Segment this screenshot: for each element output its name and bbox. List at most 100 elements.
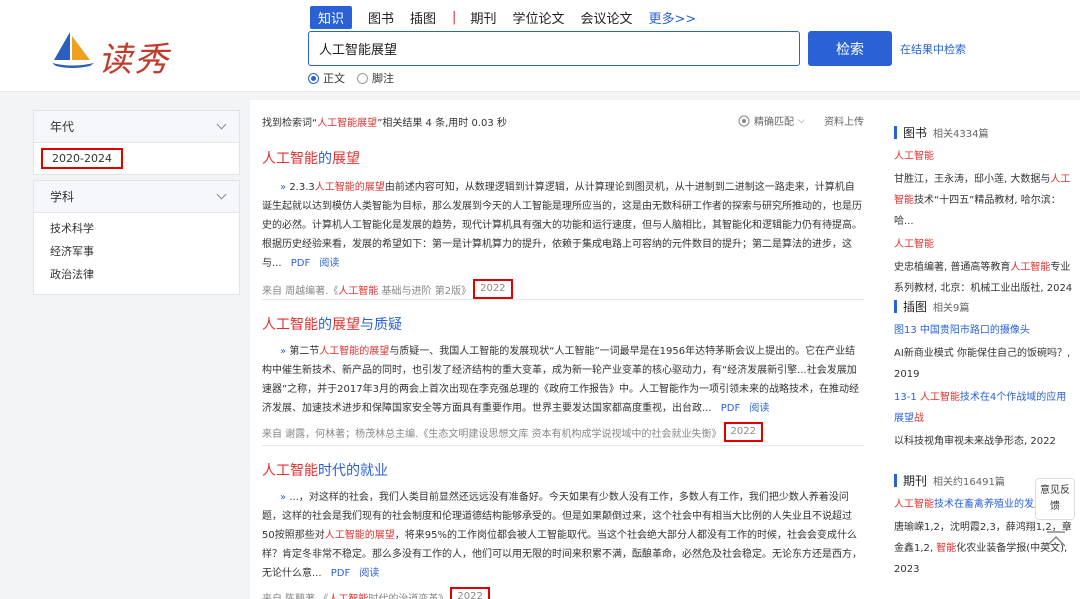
summary-term: 人工智能展望 <box>317 118 378 129</box>
tab-theses[interactable]: 学位论文 <box>512 8 564 27</box>
result-year: 2022 <box>723 422 763 442</box>
logo-text: 读秀 <box>98 40 170 80</box>
related-illustration-title[interactable]: 图13 中国贵阳市路口的摄像头 <box>894 320 1074 341</box>
year-filter: 年代 2020-2024 <box>33 110 240 175</box>
related-illustration-meta: AI新商业模式 你能保住自己的饭碗吗？, 2019 <box>894 348 1071 380</box>
chevron-down-icon[interactable] <box>216 119 227 130</box>
sailboat-logo-icon <box>52 32 94 68</box>
tab-books[interactable]: 图书 <box>368 8 394 27</box>
radio-fulltext-label: 正文 <box>323 72 345 85</box>
filter-item-politics-law[interactable]: 政治法律 <box>34 263 239 286</box>
double-chevron-icon: » <box>280 492 287 503</box>
related-illustration-title[interactable]: 13-1 人工智能技术在4个作战域的应用展望战 <box>894 387 1074 429</box>
filter-item-2020-2024[interactable]: 2020-2024 <box>41 148 123 169</box>
chevron-down-icon: ⌵ <box>798 115 805 126</box>
pdf-link[interactable]: PDF <box>291 258 310 269</box>
filter-item-tech-science[interactable]: 技术科学 <box>34 217 239 240</box>
source-text: 来自 陈鹏著.《人工智能时代的治道变革》 <box>262 593 449 599</box>
upload-link[interactable]: 资料上传 <box>824 113 864 128</box>
result-source: 来自 陈鹏著.《人工智能时代的治道变革》 2022 <box>262 587 864 599</box>
books-count: 相关4334篇 <box>933 129 989 140</box>
tab-more[interactable]: 更多>> <box>648 8 696 27</box>
subject-filter-title: 学科 <box>50 190 75 204</box>
radio-fulltext[interactable]: 正文 <box>308 70 345 86</box>
tab-separator: | <box>452 9 457 25</box>
source-text: 来自 周越编著.《人工智能 基础与进阶 第2版》 <box>262 285 472 297</box>
section-bar <box>894 126 897 139</box>
radio-footnote[interactable]: 脚注 <box>357 70 394 86</box>
results-summary: 找到检索词“人工智能展望”相关结果 4 条,用时 0.03 秒 <box>262 114 507 129</box>
related-book-title[interactable]: 人工智能 <box>894 234 1074 255</box>
related-book-meta: 甘胜江，王永涛，邸小莲, 大数据与人工智能技术“十四五”精品教材, 哈尔滨：哈.… <box>894 174 1071 227</box>
result-title[interactable]: 人工智能的展望 <box>262 148 864 168</box>
result-year: 2022 <box>473 279 513 299</box>
section-bar <box>894 300 897 313</box>
tab-conference-papers[interactable]: 会议论文 <box>580 8 632 27</box>
double-chevron-icon: » <box>280 182 287 193</box>
year-filter-header[interactable]: 年代 <box>34 111 239 143</box>
back-to-top-icon[interactable] <box>1044 530 1068 550</box>
related-sidebar: 图书 相关4334篇 人工智能 甘胜江，王永涛，邸小莲, 大数据与人工智能技术“… <box>880 100 1080 599</box>
illustrations-count: 相关9篇 <box>933 303 970 314</box>
read-link[interactable]: 阅读 <box>359 568 379 579</box>
read-link[interactable]: 阅读 <box>319 258 339 269</box>
related-book-meta: 史忠植编著, 普通高等教育人工智能专业系列教材, 北京：机械工业出版社, 202… <box>894 262 1073 294</box>
radio-footnote-label: 脚注 <box>372 72 394 85</box>
summary-suffix: ”相关结果 4 条,用时 0.03 秒 <box>377 118 507 129</box>
related-book-title[interactable]: 人工智能 <box>894 146 1074 167</box>
source-text: 来自 谢露，何林著；杨茂林总主编.《生态文明建设思想文库 资本有机构成学说视域中… <box>262 428 722 440</box>
double-chevron-icon: » <box>280 346 287 357</box>
tab-journals[interactable]: 期刊 <box>470 8 496 27</box>
logo[interactable]: 读秀 <box>50 24 170 80</box>
search-input[interactable] <box>308 31 800 66</box>
books-list: 人工智能 甘胜江，王永涛，邸小莲, 大数据与人工智能技术“十四五”精品教材, 哈… <box>894 146 1074 299</box>
snippet-text: 第二节人工智能的展望与质疑一、我国人工智能的发展现状“人工智能”一词最早是在19… <box>262 346 859 414</box>
books-section-header: 图书 相关4334篇 <box>894 124 988 141</box>
precise-match-dropdown[interactable]: 精确匹配 ⌵ <box>738 113 805 128</box>
search-type-tabs: 知识 图书 插图 | 期刊 学位论文 会议论文 更多>> <box>310 5 712 29</box>
journals-section-header: 期刊 相关约16491篇 <box>894 472 1005 489</box>
subject-filter: 学科 技术科学 经济军事 政治法律 <box>33 180 240 295</box>
summary-prefix: 找到检索词“ <box>262 118 318 129</box>
result-item: 人工智能时代的就业 » ...，对这样的社会，我们人类目前显然还远远没有准备好。… <box>262 460 864 599</box>
result-item: 人工智能的展望 » 2.3.3人工智能的展望由前述内容可知，从数理逻辑到计算逻辑… <box>262 148 864 300</box>
header: 读秀 知识 图书 插图 | 期刊 学位论文 会议论文 更多>> 检索 在结果中检… <box>0 0 1080 92</box>
result-snippet: » 2.3.3人工智能的展望由前述内容可知，从数理逻辑到计算逻辑，从计算理论到图… <box>262 178 864 273</box>
pdf-link[interactable]: PDF <box>721 403 740 414</box>
precise-match-label: 精确匹配 <box>754 117 794 128</box>
search-scope-radios: 正文 脚注 <box>308 70 406 86</box>
result-source: 来自 谢露，何林著；杨茂林总主编.《生态文明建设思想文库 资本有机构成学说视域中… <box>262 422 864 442</box>
illustrations-section-title[interactable]: 插图 <box>903 298 927 315</box>
books-section-title[interactable]: 图书 <box>903 124 927 141</box>
year-filter-title: 年代 <box>50 120 75 134</box>
results-panel: 找到检索词“人工智能展望”相关结果 4 条,用时 0.03 秒 精确匹配 ⌵ 资… <box>250 100 880 599</box>
result-snippet: » 第二节人工智能的展望与质疑一、我国人工智能的发展现状“人工智能”一词最早是在… <box>262 342 864 418</box>
related-illustration-meta: 以科技视角审视未来战争形态, 2022 <box>894 436 1056 447</box>
snippet-text: 2.3.3人工智能的展望由前述内容可知，从数理逻辑到计算逻辑，从计算理论到图灵机… <box>262 182 862 269</box>
subject-filter-header[interactable]: 学科 <box>34 181 239 213</box>
result-snippet: » ...，对这样的社会，我们人类目前显然还远远没有准备好。今天如果有少数人没有… <box>262 488 864 583</box>
illustrations-section-header: 插图 相关9篇 <box>894 298 969 315</box>
result-title[interactable]: 人工智能时代的就业 <box>262 460 864 480</box>
result-title[interactable]: 人工智能的展望与质疑 <box>262 314 864 334</box>
journals-section-title[interactable]: 期刊 <box>903 472 927 489</box>
radio-checked-icon <box>308 72 319 84</box>
snippet-text: ...，对这样的社会，我们人类目前显然还远远没有准备好。今天如果有少数人没有工作… <box>262 492 862 579</box>
filter-item-economy-military[interactable]: 经济军事 <box>34 240 239 263</box>
tab-knowledge[interactable]: 知识 <box>310 5 353 29</box>
chevron-down-icon[interactable] <box>216 189 227 200</box>
match-icon <box>738 115 750 126</box>
section-bar <box>894 474 897 487</box>
tab-illustrations[interactable]: 插图 <box>410 8 436 27</box>
pdf-link[interactable]: PDF <box>331 568 350 579</box>
read-link[interactable]: 阅读 <box>749 403 769 414</box>
radio-unchecked-icon <box>357 72 368 84</box>
journals-count: 相关约16491篇 <box>933 477 1005 488</box>
result-source: 来自 周越编著.《人工智能 基础与进阶 第2版》 2022 <box>262 279 864 299</box>
feedback-button[interactable]: 意见反馈 <box>1035 478 1075 520</box>
result-item: 人工智能的展望与质疑 » 第二节人工智能的展望与质疑一、我国人工智能的发展现状“… <box>262 314 864 446</box>
result-year: 2022 <box>450 587 490 599</box>
illustrations-list: 图13 中国贵阳市路口的摄像头 AI新商业模式 你能保住自己的饭碗吗？, 201… <box>894 320 1074 452</box>
search-within-results-link[interactable]: 在结果中检索 <box>900 41 966 57</box>
search-button[interactable]: 检索 <box>808 31 892 66</box>
